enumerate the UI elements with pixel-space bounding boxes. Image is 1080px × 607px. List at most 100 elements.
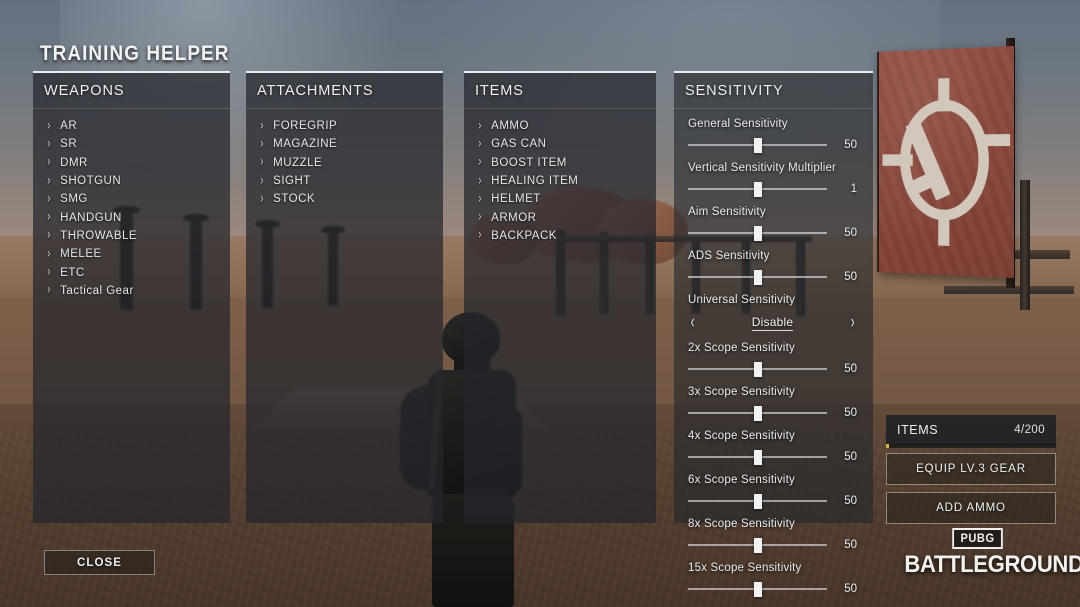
slider-track[interactable] <box>688 270 827 285</box>
items-capacity-bar <box>886 444 1056 448</box>
list-item-label: MAGAZINE <box>273 138 338 151</box>
slider-thumb[interactable] <box>753 494 762 509</box>
sensitivity-row-7: 4x Scope Sensitivity 50 <box>674 430 873 465</box>
equip-lv3-gear-button[interactable]: EQUIP LV.3 GEAR <box>886 453 1056 485</box>
slider-thumb[interactable] <box>753 226 762 241</box>
sensitivity-slider-control: 50 <box>688 270 857 285</box>
slider-track[interactable] <box>688 494 827 509</box>
pubg-logo-wordmark: BATTLEGROUNDS <box>904 551 1080 578</box>
list-item-weapon-1[interactable]: › SR <box>33 135 230 153</box>
list-item-item-3[interactable]: › HEALING ITEM <box>464 172 656 190</box>
panel-weapons: WEAPONS › AR › SR › DMR › SHOTGUN › SMG › HANDGUN › T… <box>33 71 230 523</box>
sensitivity-slider-control: 50 <box>688 538 857 553</box>
list-item-item-4[interactable]: › HELMET <box>464 190 656 208</box>
sensitivity-slider-control: 50 <box>688 582 857 597</box>
list-item-item-1[interactable]: › GAS CAN <box>464 135 656 153</box>
stepper-value[interactable]: Disable <box>751 315 794 331</box>
slider-value: 50 <box>844 271 857 283</box>
slider-value: 50 <box>844 539 857 551</box>
slider-thumb[interactable] <box>753 406 762 421</box>
chevron-left-icon[interactable]: ‹ <box>691 313 695 332</box>
slider-thumb[interactable] <box>753 270 762 285</box>
sensitivity-slider-control: 50 <box>688 406 857 421</box>
slider-thumb[interactable] <box>753 582 762 597</box>
list-item-attachment-3[interactable]: › SIGHT <box>246 172 443 190</box>
sensitivity-row-3: ADS Sensitivity 50 <box>674 250 873 285</box>
universal-sensitivity-stepper: ‹ Disable › <box>688 313 857 332</box>
slider-value: 50 <box>844 227 857 239</box>
sensitivity-row-0: General Sensitivity 50 <box>674 118 873 153</box>
close-button[interactable]: CLOSE <box>44 550 155 575</box>
list-item-label: AMMO <box>491 120 529 133</box>
slider-thumb[interactable] <box>753 138 762 153</box>
chevron-right-icon: › <box>478 118 482 134</box>
list-item-weapon-4[interactable]: › SMG <box>33 190 230 208</box>
list-item-label: DMR <box>60 156 88 169</box>
pubg-logo: PUBG BATTLEGROUNDS <box>898 528 1080 579</box>
sensitivity-slider-control: 50 <box>688 138 857 153</box>
pubg-logo-badge: PUBG <box>952 528 1004 549</box>
slider-track[interactable] <box>688 138 827 153</box>
list-item-attachment-0[interactable]: › FOREGRIP <box>246 117 443 135</box>
panel-header-attachments: ATTACHMENTS <box>246 73 443 109</box>
list-item-item-5[interactable]: › ARMOR <box>464 208 656 226</box>
chevron-right-icon: › <box>478 209 482 225</box>
list-item-item-2[interactable]: › BOOST ITEM <box>464 154 656 172</box>
list-item-weapon-6[interactable]: › THROWABLE <box>33 227 230 245</box>
list-item-attachment-1[interactable]: › MAGAZINE <box>246 135 443 153</box>
sensitivity-label: ADS Sensitivity <box>688 250 770 262</box>
slider-value: 50 <box>844 139 857 151</box>
list-item-label: MELEE <box>60 248 102 261</box>
add-ammo-button[interactable]: ADD AMMO <box>886 492 1056 524</box>
chevron-right-icon: › <box>478 227 482 243</box>
list-item-weapon-5[interactable]: › HANDGUN <box>33 208 230 226</box>
list-item-item-0[interactable]: › AMMO <box>464 117 656 135</box>
sensitivity-label: Universal Sensitivity <box>688 294 796 306</box>
slider-thumb[interactable] <box>753 450 762 465</box>
slider-value: 50 <box>844 407 857 419</box>
chevron-right-icon: › <box>47 191 51 207</box>
sensitivity-row-10: 15x Scope Sensitivity 50 <box>674 562 873 597</box>
slider-track[interactable] <box>688 450 827 465</box>
list-item-weapon-2[interactable]: › DMR <box>33 154 230 172</box>
panel-items: ITEMS › AMMO › GAS CAN › BOOST ITEM › HEALING I… <box>464 71 656 523</box>
sensitivity-slider-control: 50 <box>688 362 857 377</box>
list-item-label: SMG <box>60 193 88 206</box>
list-item-weapon-7[interactable]: › MELEE <box>33 245 230 263</box>
slider-value: 1 <box>850 183 857 195</box>
slider-value: 50 <box>844 451 857 463</box>
chevron-right-icon[interactable]: › <box>850 313 854 332</box>
slider-track[interactable] <box>688 226 827 241</box>
list-item-weapon-9[interactable]: › Tactical Gear <box>33 282 230 300</box>
slider-thumb[interactable] <box>753 538 762 553</box>
list-item-label: BOOST ITEM <box>491 156 567 169</box>
slider-track[interactable] <box>688 182 827 197</box>
slider-thumb[interactable] <box>753 182 762 197</box>
sensitivity-label: 2x Scope Sensitivity <box>688 342 795 354</box>
list-item-attachment-2[interactable]: › MUZZLE <box>246 154 443 172</box>
slider-thumb[interactable] <box>753 362 762 377</box>
chevron-right-icon: › <box>47 264 51 280</box>
slider-track[interactable] <box>688 406 827 421</box>
chevron-right-icon: › <box>478 154 482 170</box>
list-item-label: Tactical Gear <box>60 284 134 297</box>
chevron-right-icon: › <box>260 118 264 134</box>
panel-sensitivity: SENSITIVITY General Sensitivity 50 Vertica… <box>674 71 873 597</box>
slider-value: 50 <box>844 583 857 595</box>
list-item-attachment-4[interactable]: › STOCK <box>246 190 443 208</box>
list-item-weapon-0[interactable]: › AR <box>33 117 230 135</box>
list-item-item-6[interactable]: › BACKPACK <box>464 227 656 245</box>
list-item-label: ETC <box>60 266 85 279</box>
slider-track[interactable] <box>688 582 827 597</box>
slider-track[interactable] <box>688 538 827 553</box>
list-item-weapon-3[interactable]: › SHOTGUN <box>33 172 230 190</box>
sensitivity-slider-control: 50 <box>688 226 857 241</box>
list-item-label: THROWABLE <box>60 229 138 242</box>
slider-track[interactable] <box>688 362 827 377</box>
list-item-weapon-8[interactable]: › ETC <box>33 263 230 281</box>
sensitivity-row-2: Aim Sensitivity 50 <box>674 206 873 241</box>
sensitivity-label: 6x Scope Sensitivity <box>688 474 795 486</box>
sensitivity-label: Vertical Sensitivity Multiplier <box>688 162 837 174</box>
sensitivity-row-5: 2x Scope Sensitivity 50 <box>674 342 873 377</box>
chevron-right-icon: › <box>47 209 51 225</box>
